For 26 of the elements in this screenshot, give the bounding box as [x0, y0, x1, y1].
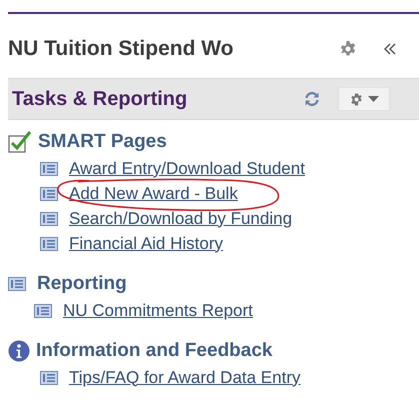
page-link[interactable]: Award Entry/Download Student: [69, 158, 305, 178]
panel-title: Tasks & Reporting: [11, 88, 188, 110]
list-icon: [40, 162, 58, 176]
info-icon: [8, 340, 30, 362]
collapse-icon[interactable]: [383, 43, 397, 55]
page-link[interactable]: Financial Aid History: [69, 234, 224, 254]
section-title: Information and Feedback: [36, 340, 272, 362]
page-link[interactable]: Tips/FAQ for Award Data Entry: [69, 368, 300, 388]
caret-icon: [368, 96, 378, 102]
list-icon: [40, 370, 58, 384]
list-icon: [40, 236, 58, 250]
list-icon: [40, 212, 58, 226]
settings-icon[interactable]: [340, 41, 356, 57]
gear-icon: [350, 92, 362, 106]
list-icon: [8, 277, 26, 291]
page-link[interactable]: Add New Award - Bulk: [69, 184, 238, 204]
list-icon: [40, 186, 58, 200]
page-link[interactable]: Search/Download by Funding: [69, 208, 292, 228]
list-icon: [34, 304, 52, 318]
refresh-icon[interactable]: [304, 91, 320, 107]
settings-dropdown[interactable]: [338, 87, 390, 111]
section-title: Reporting: [37, 273, 127, 295]
section-title: SMART Pages: [38, 131, 167, 153]
page-title: NU Tuition Stipend Wo: [8, 37, 235, 61]
checkbox-icon: [8, 131, 32, 153]
page-link[interactable]: NU Commitments Report: [63, 300, 253, 320]
